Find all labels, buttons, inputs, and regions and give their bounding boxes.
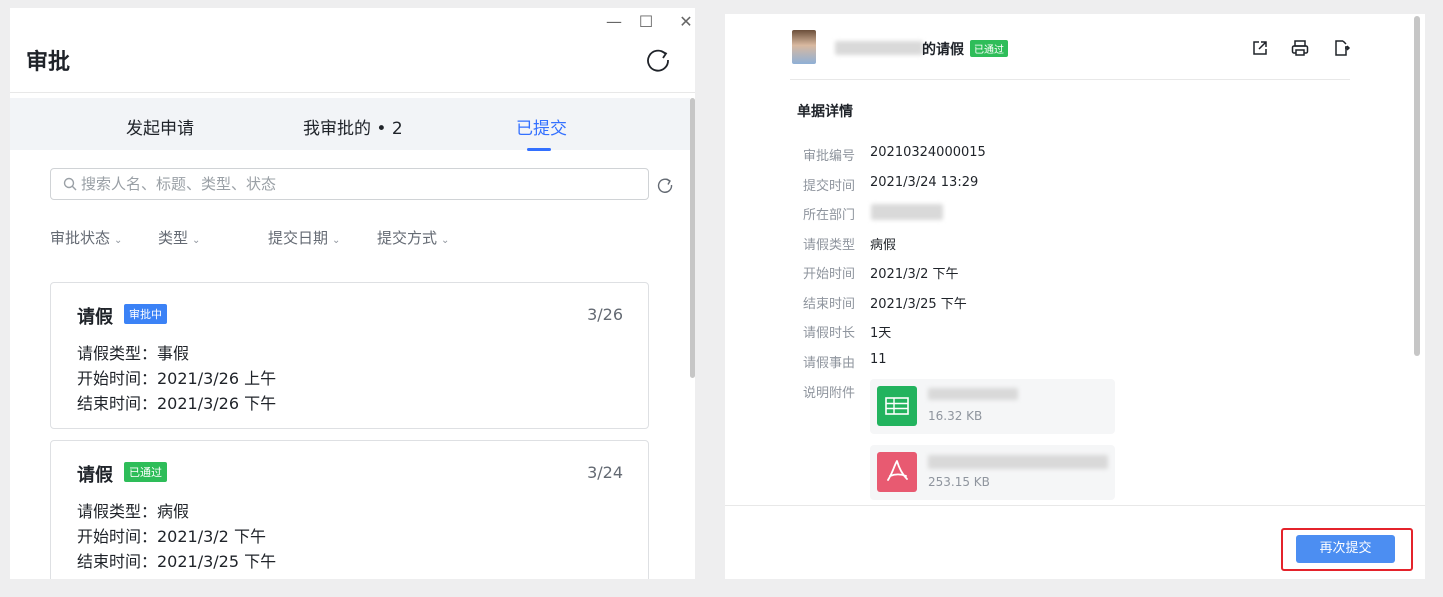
search-icon (63, 177, 77, 191)
filter-date-label: 提交日期 (268, 229, 329, 247)
field-value: 2021/3/24 13:29 (870, 175, 979, 190)
field-label: 说明附件 (803, 386, 856, 401)
card-start-time: 开始时间：2021/3/26 上午 (77, 369, 277, 388)
field-label: 请假事由 (803, 356, 856, 371)
field-label: 请假类型 (803, 238, 856, 253)
redacted-filename (928, 455, 1108, 469)
field-value: 1天 (870, 326, 892, 341)
field-label: 请假时长 (803, 326, 856, 341)
card-title: 请假 (77, 465, 113, 486)
chevron-down-icon: ⌄ (332, 235, 341, 246)
scrollbar[interactable] (1414, 16, 1420, 356)
export-icon[interactable] (1331, 38, 1351, 58)
card-leave-type: 请假类型：事假 (77, 344, 190, 363)
highlight-annotation (1281, 528, 1413, 571)
pdf-icon (877, 452, 917, 492)
filter-type-label: 类型 (158, 229, 189, 247)
status-badge: 已通过 (970, 40, 1008, 57)
active-tab-indicator (527, 148, 551, 151)
status-badge: 审批中 (124, 304, 167, 324)
search-input[interactable] (81, 172, 631, 196)
chevron-down-icon: ⌄ (192, 235, 201, 246)
minimize-icon[interactable]: — (604, 12, 624, 31)
attachment-size: 16.32 KB (928, 409, 983, 423)
card-start-time: 开始时间：2021/3/2 下午 (77, 527, 266, 546)
filter-method-label: 提交方式 (377, 229, 438, 247)
attachment-item[interactable]: 16.32 KB (870, 379, 1115, 434)
field-label: 提交时间 (803, 179, 856, 194)
approval-card[interactable]: 请假 审批中 3/26 请假类型：事假 开始时间：2021/3/26 上午 结束… (50, 282, 649, 429)
field-label: 结束时间 (803, 297, 856, 312)
avatar (792, 30, 816, 64)
chevron-down-icon: ⌄ (441, 235, 450, 246)
redacted-department (871, 204, 943, 220)
card-title: 请假 (77, 307, 113, 328)
card-end-time: 结束时间：2021/3/25 下午 (77, 552, 277, 571)
refresh-list-icon[interactable] (656, 176, 674, 194)
card-end-time: 结束时间：2021/3/26 下午 (77, 394, 277, 413)
approval-window: — ☐ ✕ 审批 发起申请 我审批的 • 2 已提交 审批状态⌄ 类型⌄ 提交日… (10, 8, 695, 579)
redacted-name (835, 41, 923, 55)
chevron-down-icon: ⌄ (114, 235, 123, 246)
field-value: 病假 (870, 238, 897, 253)
tab-submitted[interactable]: 已提交 (516, 114, 567, 139)
field-label: 审批编号 (803, 149, 856, 164)
card-leave-type: 请假类型：病假 (77, 502, 190, 521)
maximize-icon[interactable]: ☐ (636, 12, 656, 31)
refresh-icon[interactable] (644, 46, 672, 74)
filter-status-label: 审批状态 (50, 229, 111, 247)
filter-method[interactable]: 提交方式 ⌄ (377, 227, 449, 248)
filter-type[interactable]: 类型 ⌄ (158, 227, 200, 248)
page-title: 审批 (26, 50, 71, 75)
header-divider (790, 79, 1350, 80)
filter-date[interactable]: 提交日期 ⌄ (268, 227, 340, 248)
tab-bar: 发起申请 我审批的 • 2 已提交 (10, 98, 690, 151)
card-date: 3/24 (587, 463, 623, 482)
attachment-item[interactable]: 253.15 KB (870, 445, 1115, 500)
field-value: 2021/3/2 下午 (870, 267, 959, 282)
tab-initiate[interactable]: 发起申请 (126, 114, 194, 139)
close-icon[interactable]: ✕ (676, 12, 695, 31)
section-title: 单据详情 (797, 104, 853, 120)
approval-detail-window: 的请假 已通过 单据详情 审批编号 20210324000015 提交时间 20… (725, 14, 1425, 579)
print-icon[interactable] (1290, 38, 1310, 58)
search-box[interactable] (50, 168, 649, 200)
scrollbar[interactable] (690, 98, 695, 378)
footer-divider (725, 505, 1425, 506)
tab-my-approvals[interactable]: 我审批的 • 2 (303, 114, 403, 139)
field-value: 2021/3/25 下午 (870, 297, 967, 312)
approval-card[interactable]: 请假 已通过 3/24 请假类型：病假 开始时间：2021/3/2 下午 结束时… (50, 440, 649, 579)
detail-title: 的请假 (922, 42, 964, 58)
field-value: 11 (870, 352, 887, 367)
status-badge: 已通过 (124, 462, 167, 482)
card-date: 3/26 (587, 305, 623, 324)
share-icon[interactable] (1250, 38, 1270, 58)
field-label: 所在部门 (803, 208, 856, 223)
field-value: 20210324000015 (870, 145, 986, 160)
title-divider (10, 92, 695, 93)
spreadsheet-icon (877, 386, 917, 426)
field-label: 开始时间 (803, 267, 856, 282)
redacted-filename (928, 388, 1018, 400)
filter-status[interactable]: 审批状态 ⌄ (50, 227, 122, 248)
attachment-size: 253.15 KB (928, 475, 990, 489)
